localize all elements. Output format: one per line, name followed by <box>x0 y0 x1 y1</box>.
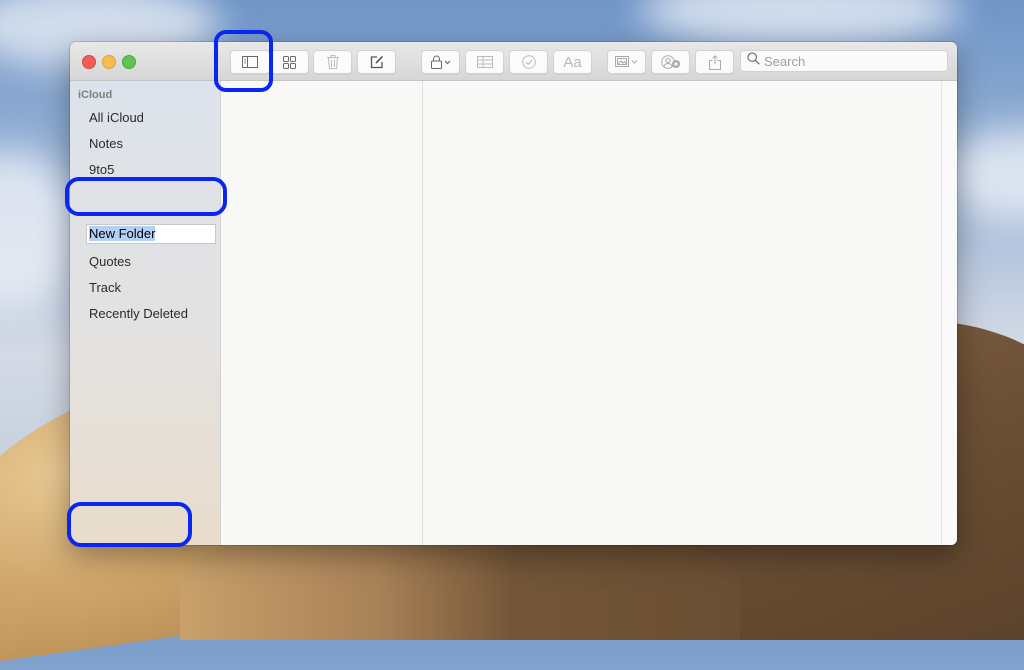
sidebar: iCloud All iCloud Notes 9to5 New Folder … <box>70 81 221 545</box>
notes-window: Aa iCloud All iCl <box>70 42 957 545</box>
note-editor[interactable] <box>423 81 941 545</box>
sidebar-item-recently-deleted[interactable]: Recently Deleted <box>89 304 188 324</box>
grid-icon <box>283 55 296 69</box>
cloud <box>0 150 80 310</box>
format-button[interactable]: Aa <box>553 50 592 74</box>
search-icon <box>747 52 760 70</box>
search-input[interactable] <box>764 53 944 69</box>
notes-list[interactable] <box>221 81 423 545</box>
editor-scroll-area[interactable] <box>941 81 957 545</box>
share-icon <box>708 54 721 70</box>
search-field[interactable] <box>740 50 948 72</box>
add-person-icon <box>660 55 681 69</box>
close-button[interactable] <box>82 55 96 69</box>
toolbar: Aa <box>70 42 957 81</box>
sidebar-item-9to5[interactable]: 9to5 <box>89 160 114 180</box>
sidebar-item-track[interactable]: Track <box>89 278 121 298</box>
media-button[interactable] <box>607 50 646 74</box>
share-button[interactable] <box>695 50 734 74</box>
gallery-view-button[interactable] <box>270 50 309 74</box>
sidebar-item-quotes[interactable]: Quotes <box>89 252 131 272</box>
trash-icon <box>326 55 339 69</box>
minimize-button[interactable] <box>102 55 116 69</box>
sidebar-icon <box>242 56 258 68</box>
table-icon <box>476 56 493 68</box>
add-people-button[interactable] <box>651 50 690 74</box>
table-button[interactable] <box>465 50 504 74</box>
lock-button[interactable] <box>421 50 460 74</box>
checkmark-circle-icon <box>521 55 536 69</box>
sidebar-item-all-icloud[interactable]: All iCloud <box>89 108 144 128</box>
sidebar-item-notes[interactable]: Notes <box>89 134 123 154</box>
folder-name-field[interactable]: New Folder <box>86 224 216 244</box>
text-format-icon: Aa <box>563 53 582 71</box>
photo-icon <box>614 56 639 68</box>
zoom-button[interactable] <box>122 55 136 69</box>
sidebar-section-icloud: iCloud <box>78 89 113 101</box>
toggle-sidebar-button[interactable] <box>230 50 270 74</box>
delete-button[interactable] <box>313 50 352 74</box>
folder-name-selected-text[interactable]: New Folder <box>89 226 156 241</box>
lock-icon <box>430 55 451 69</box>
checklist-button[interactable] <box>509 50 548 74</box>
compose-icon <box>370 55 384 69</box>
compose-button[interactable] <box>357 50 396 74</box>
